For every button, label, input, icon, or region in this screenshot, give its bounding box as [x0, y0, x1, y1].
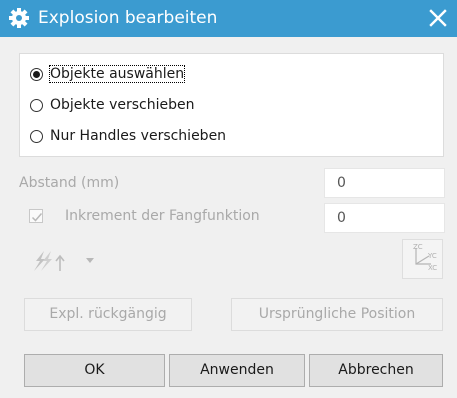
radio-label-move-objects: Objekte verschieben [50, 97, 195, 113]
increment-label: Inkrement der Fangfunktion [65, 208, 260, 224]
lightning-arrow-icon [34, 251, 65, 271]
dialog-title: Explosion bearbeiten [38, 8, 218, 28]
gear-icon [9, 8, 29, 28]
radio-button-checked[interactable] [30, 67, 43, 81]
title-bar[interactable]: Explosion bearbeiten [0, 0, 457, 37]
radio-label-select-objects: Objekte auswählen [48, 65, 186, 83]
distance-label: Abstand (mm) [19, 175, 120, 191]
coordinate-system-icon: ZC YC XC [413, 243, 437, 272]
radio-label-move-handles-only: Nur Handles verschieben [50, 128, 227, 144]
increment-checkbox[interactable] [29, 209, 43, 223]
csys-y-label: YC [427, 252, 437, 260]
ok-button[interactable]: OK [24, 354, 165, 387]
original-position-button[interactable]: Ursprüngliche Position [231, 298, 443, 331]
csys-x-label: XC [428, 264, 437, 272]
apply-button[interactable]: Anwenden [169, 354, 305, 387]
radio-move-handles-only[interactable]: Nur Handles verschieben [30, 125, 226, 147]
csys-button[interactable]: ZC YC XC [402, 239, 443, 279]
cancel-button[interactable]: Abbrechen [309, 354, 443, 387]
csys-z-label: ZC [413, 243, 423, 251]
distance-input[interactable]: 0 [324, 168, 445, 198]
radio-button[interactable] [30, 98, 43, 112]
chevron-down-icon [86, 258, 94, 263]
close-icon[interactable] [427, 7, 449, 29]
radio-move-objects[interactable]: Objekte verschieben [30, 94, 194, 116]
checkmark-icon [31, 213, 43, 222]
radio-select-objects[interactable]: Objekte auswählen [30, 63, 186, 85]
radio-button[interactable] [30, 129, 43, 143]
edit-explosion-dialog: Explosion bearbeiten Objekte auswählen O… [0, 0, 457, 398]
selection-mode-group: Objekte auswählen Objekte verschieben Nu… [19, 53, 444, 157]
orient-handle-dropdown[interactable] [19, 243, 102, 276]
increment-input[interactable]: 0 [324, 203, 445, 233]
undo-explode-button[interactable]: Expl. rückgängig [24, 298, 192, 331]
